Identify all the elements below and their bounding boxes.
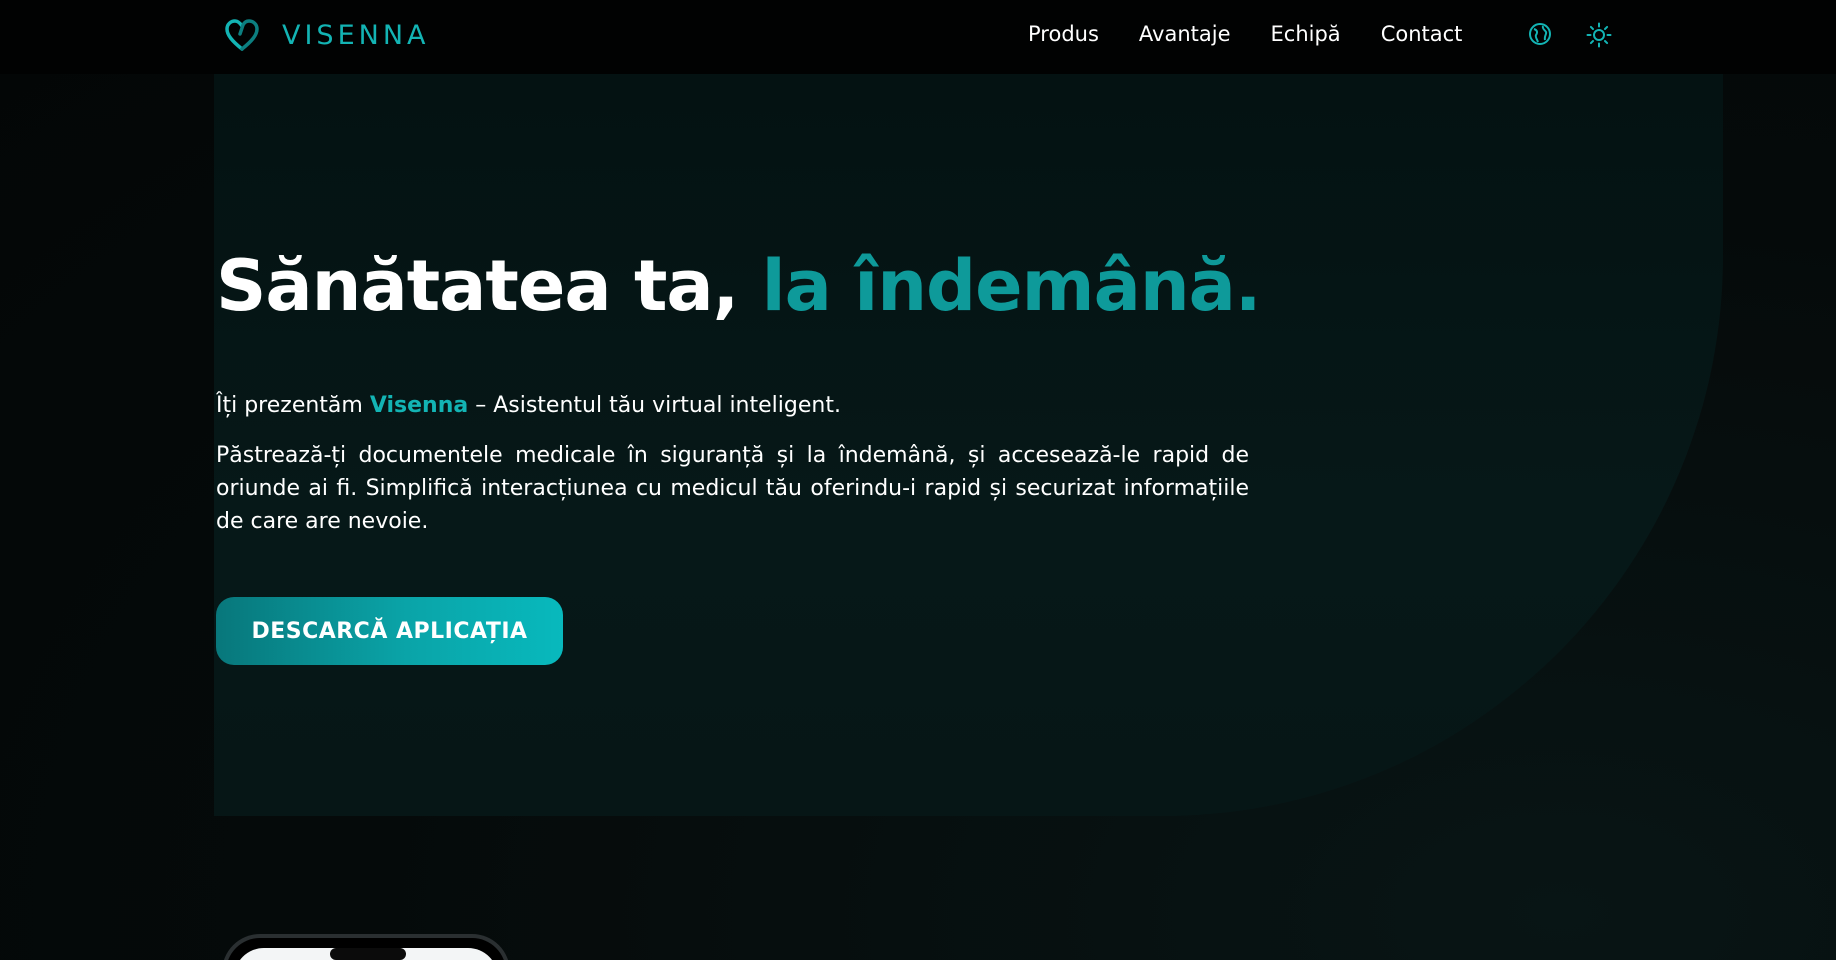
phone-notch bbox=[330, 948, 406, 960]
intro-suffix: – Asistentul tău virtual inteligent. bbox=[468, 393, 841, 418]
site-header: VISENNA Produs Avantaje Echipă Contact bbox=[0, 0, 1836, 74]
logo[interactable]: VISENNA bbox=[224, 18, 430, 52]
headline-part-2: la îndemână. bbox=[761, 245, 1262, 327]
main-nav: Produs Avantaje Echipă Contact bbox=[1028, 22, 1502, 46]
headline-part-1: Sănătatea ta, bbox=[216, 245, 762, 327]
heart-logo-icon bbox=[225, 19, 259, 51]
hero-description: Păstrează-ți documentele medicale în sig… bbox=[216, 443, 1249, 534]
intro-brand: Visenna bbox=[369, 393, 469, 418]
nav-item-produs[interactable]: Produs bbox=[1028, 22, 1099, 46]
sun-icon[interactable] bbox=[1586, 22, 1612, 48]
landing-page: VISENNA Produs Avantaje Echipă Contact S… bbox=[0, 0, 1836, 960]
download-app-button[interactable]: DESCARCĂ APLICAȚIA bbox=[216, 597, 563, 665]
phone-mockup bbox=[222, 934, 510, 960]
nav-item-contact[interactable]: Contact bbox=[1381, 22, 1463, 46]
intro-prefix: Îți prezentăm bbox=[216, 393, 370, 418]
nav-item-echipa[interactable]: Echipă bbox=[1271, 22, 1341, 46]
nav-item-avantaje[interactable]: Avantaje bbox=[1139, 22, 1231, 46]
logo-text: VISENNA bbox=[282, 19, 430, 51]
globe-icon[interactable] bbox=[1528, 22, 1552, 46]
hero-intro: Îți prezentăm Visenna – Asistentul tău v… bbox=[216, 393, 841, 418]
hero-headline: Sănătatea ta, la îndemână. bbox=[216, 245, 1262, 327]
